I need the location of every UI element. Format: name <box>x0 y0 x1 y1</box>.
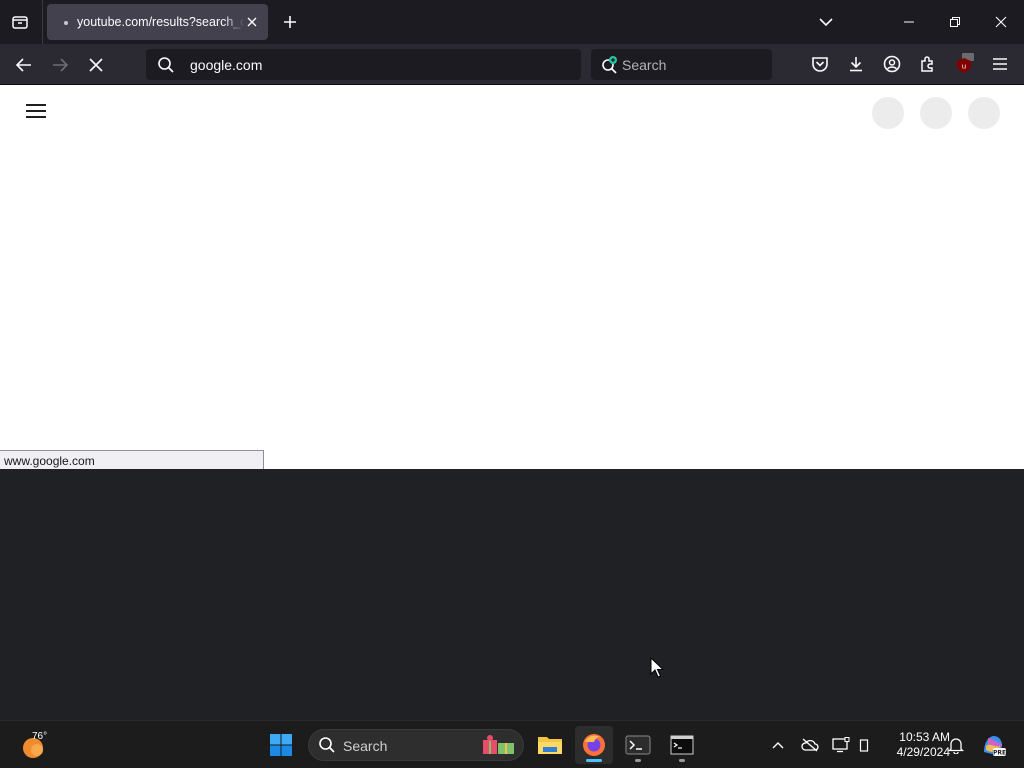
tab-close-button[interactable] <box>243 13 261 31</box>
url-text[interactable]: google.com <box>190 57 262 73</box>
arrow-left-icon <box>16 58 31 72</box>
close-icon <box>995 16 1007 28</box>
svg-text:PRE: PRE <box>993 750 1006 757</box>
tab-strip: youtube.com/results?search_query <box>0 0 1024 44</box>
folder-icon <box>538 737 562 754</box>
pocket-button[interactable] <box>808 52 832 76</box>
tab-title: youtube.com/results?search_query <box>77 15 243 29</box>
network-tray-button[interactable] <box>831 735 851 755</box>
close-window-button[interactable] <box>989 10 1013 34</box>
downloads-button[interactable] <box>844 52 868 76</box>
onedrive-tray-button[interactable] <box>800 735 820 755</box>
puzzle-icon <box>921 56 933 72</box>
hamburger-menu-icon <box>993 58 1007 70</box>
stop-icon <box>89 58 103 72</box>
firefox-icon <box>583 734 605 756</box>
firefox-view-button[interactable] <box>8 11 32 33</box>
guide-menu-button[interactable] <box>26 104 46 120</box>
firefox-view-icon <box>12 16 28 29</box>
restore-button[interactable] <box>943 10 967 34</box>
empty-window-area <box>0 469 1024 720</box>
download-icon <box>850 57 862 72</box>
placeholder-circle <box>968 97 1000 129</box>
running-app-indicator <box>635 759 641 762</box>
bell-icon <box>948 738 964 754</box>
app-menu-button[interactable] <box>988 52 1012 76</box>
taskbar-search-label: Search <box>343 738 388 754</box>
copilot-icon: PRE <box>984 736 1006 757</box>
stop-button[interactable] <box>83 52 109 78</box>
nav-toolbar: google.com Search u <box>0 44 1024 85</box>
tab-title-fade <box>223 12 245 32</box>
arrow-right-icon <box>53 58 68 72</box>
cloud-off-icon <box>801 738 819 752</box>
placeholder-circle <box>872 97 904 129</box>
status-link-url: www.google.com <box>0 450 264 470</box>
taskbar-file-explorer[interactable] <box>531 726 569 764</box>
taskbar-firefox[interactable] <box>575 726 613 764</box>
new-tab-button[interactable] <box>279 11 301 33</box>
search-icon <box>319 737 335 753</box>
placeholder-circle <box>920 97 952 129</box>
forward-button[interactable] <box>47 52 73 78</box>
show-hidden-icons-button[interactable] <box>768 735 788 755</box>
chevron-down-icon <box>819 18 833 27</box>
back-button[interactable] <box>11 52 37 78</box>
search-placeholder: Search <box>622 57 667 73</box>
terminal-icon <box>625 735 651 755</box>
extensions-button[interactable] <box>916 52 940 76</box>
weather-widget[interactable]: 76° <box>20 731 60 761</box>
url-bar[interactable]: google.com <box>146 49 581 80</box>
search-icon <box>158 57 174 73</box>
pocket-icon <box>812 57 828 72</box>
search-highlight-gifts-icon <box>483 735 514 754</box>
loading-dot-icon <box>64 21 68 25</box>
taskbar: 76° Search 10:53 AM 4/29/2024 PRE <box>0 720 1024 768</box>
running-app-indicator <box>679 759 685 762</box>
restore-icon <box>950 17 960 27</box>
minimize-icon <box>904 21 914 23</box>
search-bar[interactable]: Search <box>591 49 772 80</box>
web-content <box>0 85 1024 469</box>
weather-temperature: 76° <box>32 731 48 742</box>
plus-icon <box>284 16 296 28</box>
ublock-button[interactable]: u <box>952 52 976 76</box>
notifications-button[interactable] <box>946 735 966 755</box>
minimize-button[interactable] <box>897 10 921 34</box>
battery-tray-button[interactable] <box>854 735 874 755</box>
battery-icon <box>859 739 869 752</box>
active-app-indicator <box>586 759 602 762</box>
chevron-up-icon <box>772 742 784 749</box>
list-all-tabs-button[interactable] <box>814 10 838 34</box>
taskbar-command-prompt[interactable] <box>663 726 701 764</box>
ublock-origin-icon: u <box>957 53 974 73</box>
copilot-button[interactable]: PRE <box>980 732 1006 758</box>
tab-separator <box>42 0 43 44</box>
command-prompt-icon <box>670 735 694 755</box>
start-button[interactable] <box>262 726 300 764</box>
search-engine-add-icon <box>602 56 617 74</box>
clock-time: 10:53 AM <box>899 730 950 744</box>
account-icon <box>883 55 901 73</box>
network-display-icon <box>832 737 850 753</box>
taskbar-terminal[interactable] <box>619 726 657 764</box>
windows-logo-icon <box>270 734 292 756</box>
clock-date: 4/29/2024 <box>896 745 950 759</box>
mouse-cursor-icon <box>650 657 664 678</box>
close-icon <box>247 17 257 27</box>
tab-youtube[interactable]: youtube.com/results?search_query <box>47 4 268 40</box>
account-button[interactable] <box>880 52 904 76</box>
svg-text:u: u <box>962 63 966 71</box>
taskbar-search-box[interactable]: Search <box>308 729 524 761</box>
system-clock[interactable]: 10:53 AM 4/29/2024 <box>878 730 950 760</box>
